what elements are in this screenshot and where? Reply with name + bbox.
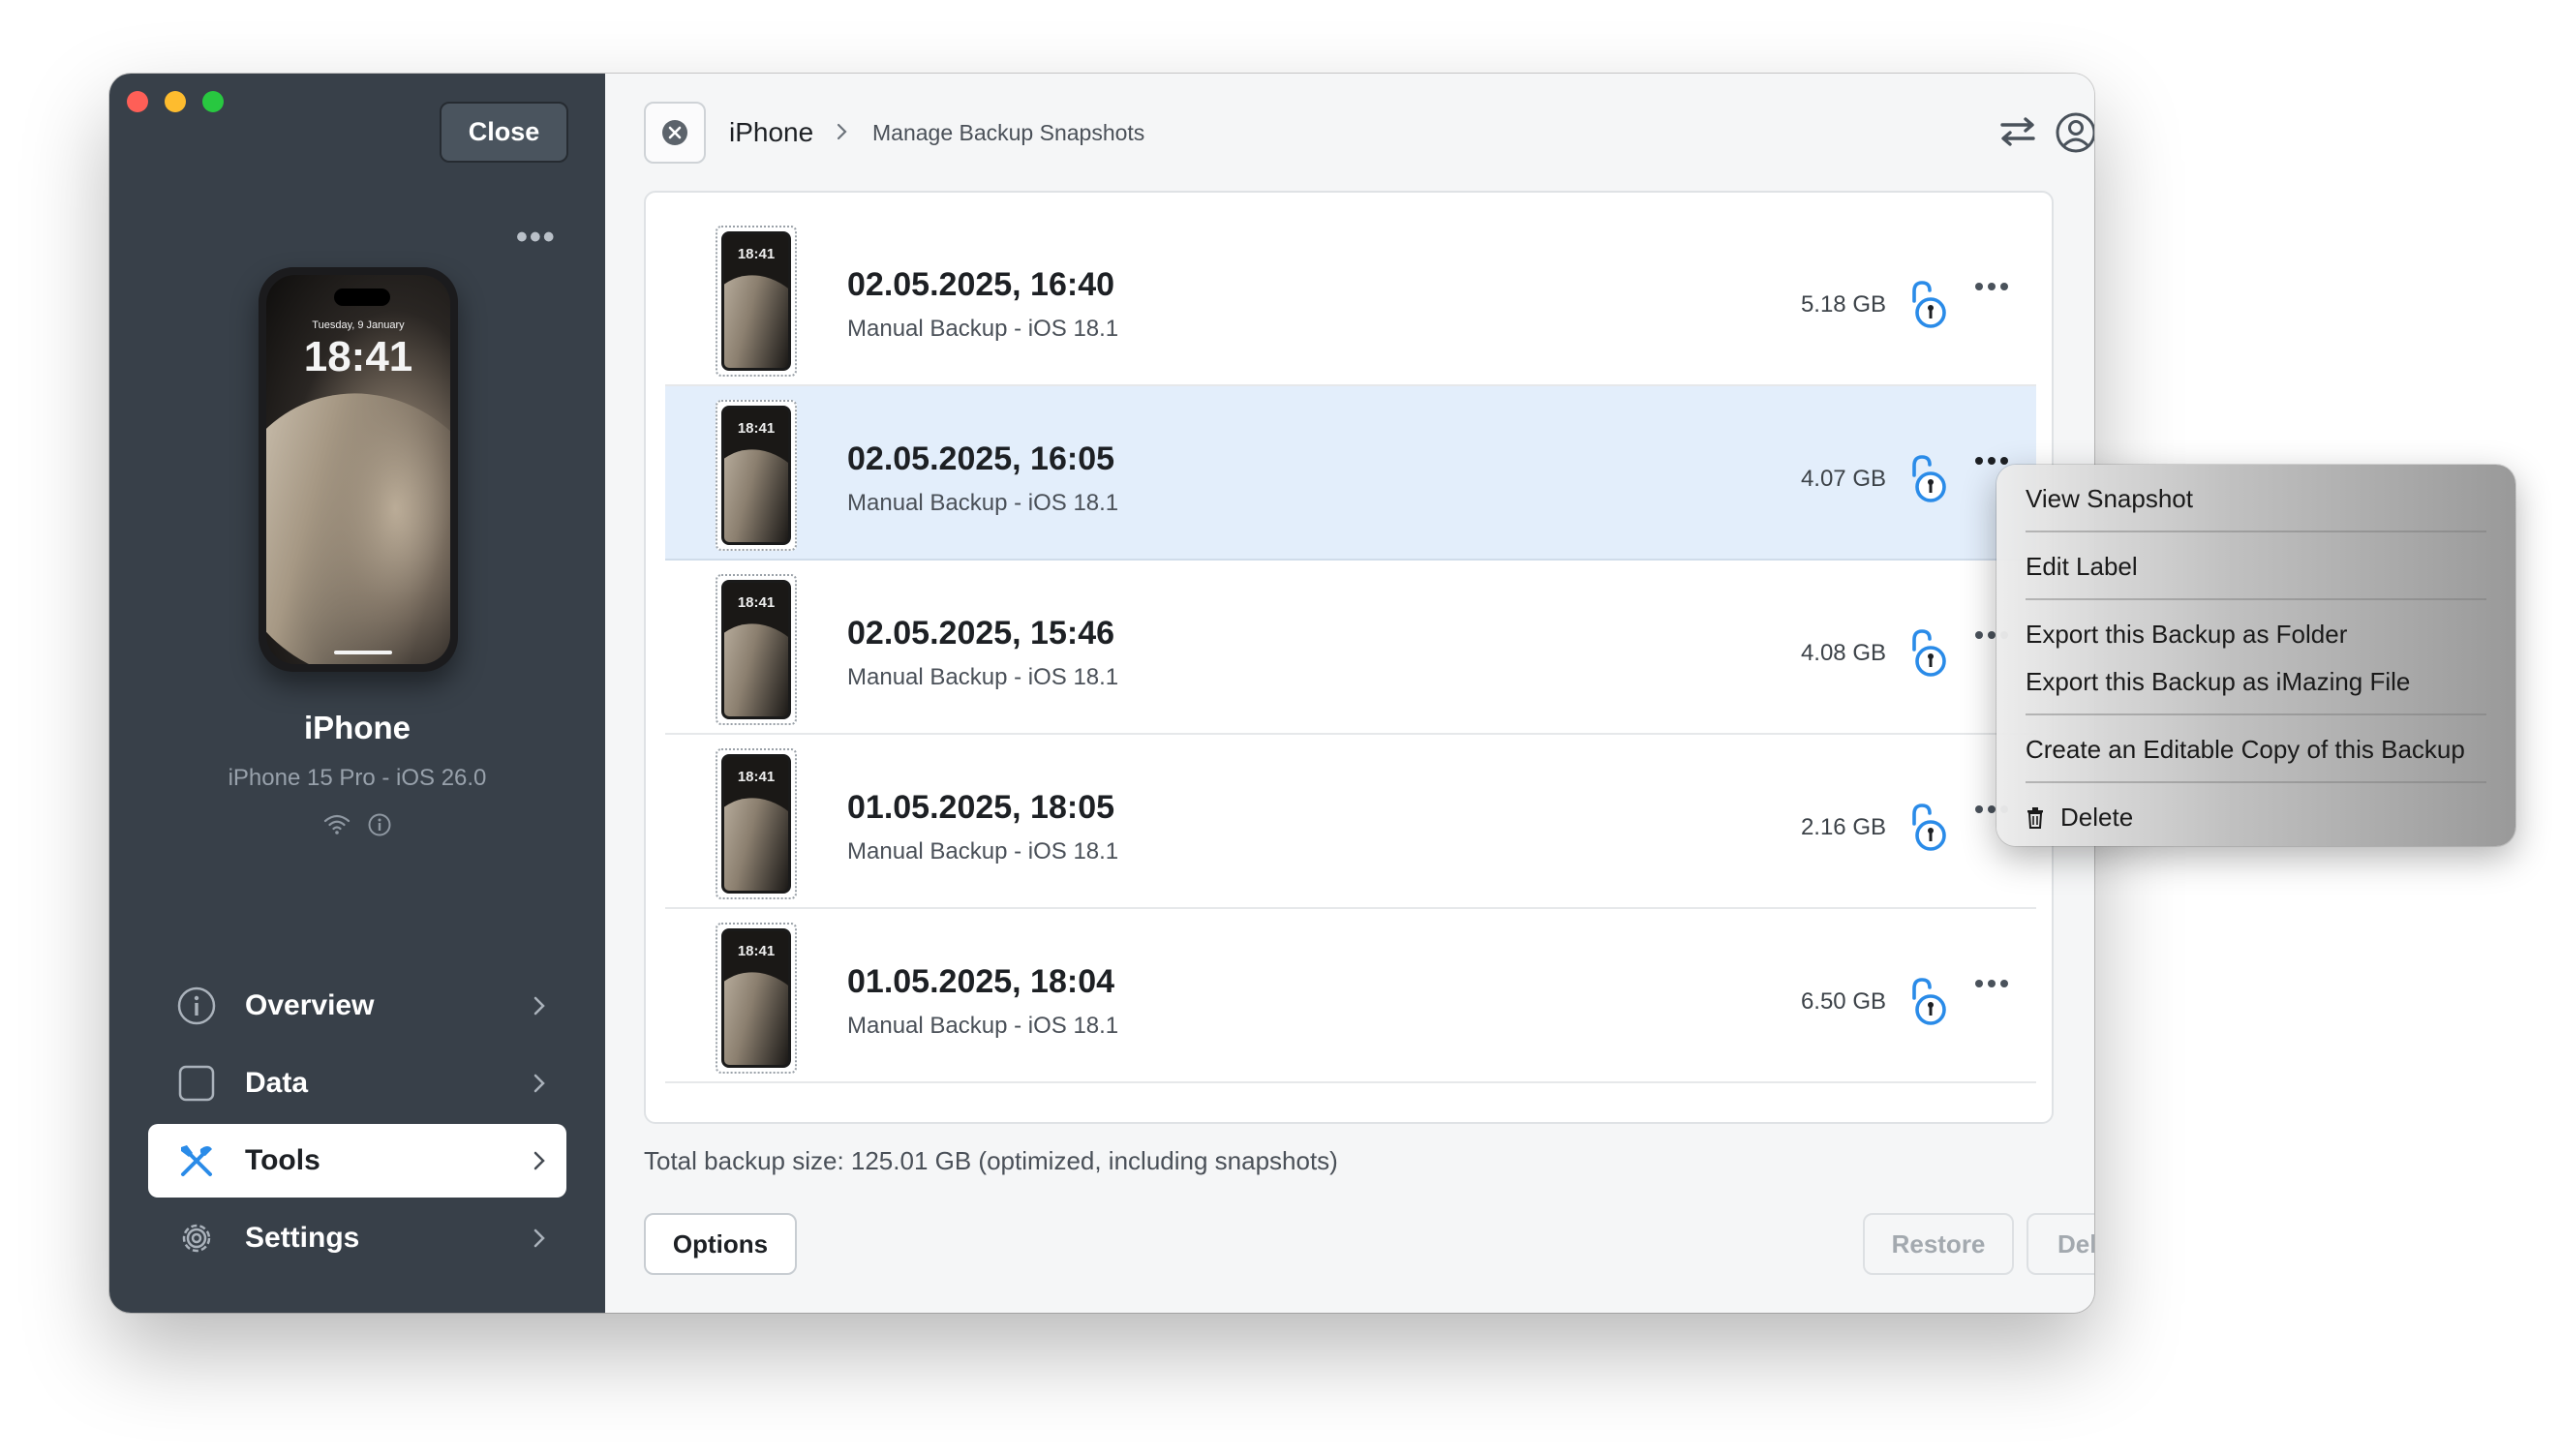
chevron-right-icon [533, 996, 545, 1016]
sidebar-item-label: Tools [245, 1144, 320, 1176]
window-close-dot[interactable] [127, 91, 148, 112]
window-zoom-dot[interactable] [202, 91, 224, 112]
backup-subtitle: Manual Backup - iOS 18.1 [847, 664, 1119, 690]
menu-divider [2026, 781, 2486, 783]
backup-size: 4.08 GB [1800, 640, 1886, 666]
transfer-arrows-icon[interactable] [1996, 110, 2039, 153]
menu-divider [2026, 598, 2486, 600]
delete-button[interactable]: Delete [2027, 1213, 2094, 1275]
backup-subtitle: Manual Backup - iOS 18.1 [847, 316, 1119, 342]
backup-date: 01.05.2025, 18:04 [847, 963, 1115, 1000]
chevron-right-icon [837, 123, 847, 140]
table-row[interactable]: 18:41 02.05.2025, 16:40 Manual Backup - … [665, 212, 2036, 386]
close-circle-icon [662, 120, 687, 145]
main-panel: iPhone Manage Backup Snapshots 18:41 02.… [605, 74, 2094, 1313]
device-name: iPhone [303, 710, 411, 745]
device-model: iPhone 15 Pro - iOS 26.0 [228, 765, 487, 791]
chevron-right-icon [533, 1074, 545, 1093]
menu-divider [2026, 531, 2486, 532]
chevron-right-icon [533, 1228, 545, 1248]
menu-item-view-snapshot[interactable]: View Snapshot [2026, 484, 2193, 514]
backup-list: 18:41 02.05.2025, 16:40 Manual Backup - … [644, 191, 2054, 1124]
app-window: Close ••• Tuesday, 9 January 18:41 iPhon… [109, 74, 2094, 1313]
breadcrumb-device[interactable]: iPhone [729, 117, 813, 148]
info-circle-icon [177, 986, 216, 1025]
more-options-icon[interactable] [1974, 977, 2009, 990]
home-indicator [334, 651, 392, 654]
backup-thumbnail: 18:41 [716, 748, 797, 899]
backup-subtitle: Manual Backup - iOS 18.1 [847, 1013, 1119, 1039]
dynamic-island [334, 288, 390, 306]
menu-divider [2026, 713, 2486, 715]
backup-size: 2.16 GB [1800, 814, 1886, 840]
table-row[interactable]: 18:41 02.05.2025, 15:46 Manual Backup - … [665, 561, 2036, 735]
sidebar-item-overview[interactable]: Overview [148, 969, 566, 1043]
tools-icon [181, 1145, 212, 1176]
backup-subtitle: Manual Backup - iOS 18.1 [847, 838, 1119, 864]
total-backup-size: Total backup size: 125.01 GB (optimized,… [644, 1146, 1338, 1175]
unlocked-encryption-icon[interactable] [1905, 801, 1949, 855]
window-minimize-dot[interactable] [165, 91, 186, 112]
dismiss-button[interactable] [644, 102, 706, 164]
backup-subtitle: Manual Backup - iOS 18.1 [847, 490, 1119, 516]
phone-time: 18:41 [303, 333, 413, 380]
sidebar-item-label: Data [245, 1067, 309, 1099]
sidebar-item-tools[interactable]: Tools [148, 1124, 566, 1198]
unlocked-encryption-icon[interactable] [1905, 975, 1949, 1029]
restore-button[interactable]: Restore [1863, 1213, 2014, 1275]
close-button[interactable]: Close [440, 102, 568, 163]
unlocked-encryption-icon[interactable] [1905, 452, 1949, 506]
device-image: Tuesday, 9 January 18:41 [259, 267, 458, 672]
wifi-icon [323, 814, 350, 834]
menu-item-label: Delete [2060, 803, 2134, 832]
unlocked-encryption-icon[interactable] [1905, 626, 1949, 681]
phone-date: Tuesday, 9 January [312, 319, 405, 331]
backup-size: 5.18 GB [1800, 291, 1886, 318]
sidebar-item-label: Overview [245, 989, 375, 1021]
backup-thumbnail: 18:41 [716, 574, 797, 725]
menu-item-export-folder[interactable]: Export this Backup as Folder [2026, 620, 2347, 650]
backup-thumbnail: 18:41 [716, 923, 797, 1074]
backup-date: 02.05.2025, 16:05 [847, 440, 1115, 477]
table-row[interactable]: 18:41 01.05.2025, 18:04 Manual Backup - … [665, 909, 2036, 1083]
info-icon[interactable] [367, 812, 392, 837]
menu-item-create-copy[interactable]: Create an Editable Copy of this Backup [2026, 735, 2465, 765]
context-menu: View Snapshot Edit Label Export this Bac… [1996, 465, 2515, 846]
backup-date: 02.05.2025, 15:46 [847, 615, 1115, 652]
sidebar-item-settings[interactable]: Settings [148, 1201, 566, 1275]
more-options-icon[interactable] [1974, 454, 2009, 468]
table-row[interactable]: 18:41 02.05.2025, 16:05 Manual Backup - … [665, 386, 2036, 561]
sidebar-item-label: Settings [245, 1222, 360, 1254]
breadcrumb-page: Manage Backup Snapshots [872, 120, 1145, 145]
gear-icon [182, 1224, 211, 1253]
backup-thumbnail: 18:41 [716, 226, 797, 377]
menu-item-delete[interactable]: Delete [2026, 803, 2133, 833]
device-more-button[interactable]: ••• [516, 219, 557, 257]
square-icon [178, 1065, 215, 1102]
backup-size: 6.50 GB [1800, 988, 1886, 1015]
backup-date: 01.05.2025, 18:05 [847, 789, 1115, 826]
more-options-icon[interactable] [1974, 280, 2009, 293]
menu-item-export-imazing[interactable]: Export this Backup as iMazing File [2026, 667, 2410, 697]
backup-size: 4.07 GB [1800, 466, 1886, 492]
sidebar-item-data[interactable]: Data [148, 1046, 566, 1120]
device-status-icons [109, 812, 605, 837]
menu-item-edit-label[interactable]: Edit Label [2026, 552, 2138, 582]
sidebar: Close ••• Tuesday, 9 January 18:41 iPhon… [109, 74, 605, 1313]
account-icon[interactable] [2054, 110, 2094, 155]
unlocked-encryption-icon[interactable] [1905, 278, 1949, 332]
trash-icon [2027, 806, 2043, 829]
options-button[interactable]: Options [644, 1213, 797, 1275]
backup-date: 02.05.2025, 16:40 [847, 266, 1115, 303]
sidebar-nav: Overview Data Tools Settings [148, 969, 566, 1279]
table-row[interactable]: 18:41 01.05.2025, 18:05 Manual Backup - … [665, 735, 2036, 909]
backup-thumbnail: 18:41 [716, 400, 797, 551]
chevron-right-icon [533, 1151, 545, 1170]
